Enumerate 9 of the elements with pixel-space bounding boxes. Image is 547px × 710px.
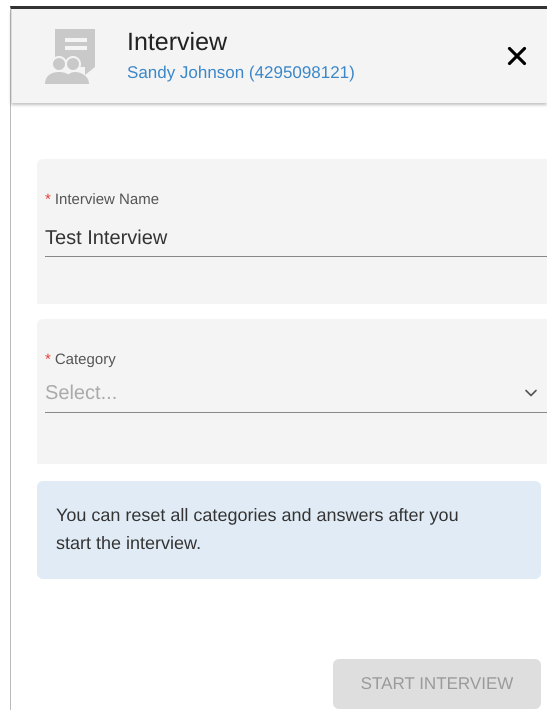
required-mark: * (45, 350, 51, 370)
candidate-link[interactable]: Sandy Johnson (4295098121) (127, 60, 499, 86)
input-field[interactable]: Test Interview (45, 221, 547, 257)
panel-title: Interview (127, 27, 228, 58)
required-mark: * (45, 190, 51, 210)
select-field[interactable]: Select... (45, 373, 547, 413)
info-message: You can reset all categories and answers after you start the interview. (37, 481, 541, 579)
field-label: Category (54, 350, 116, 370)
field-label: Interview Name (54, 190, 160, 210)
